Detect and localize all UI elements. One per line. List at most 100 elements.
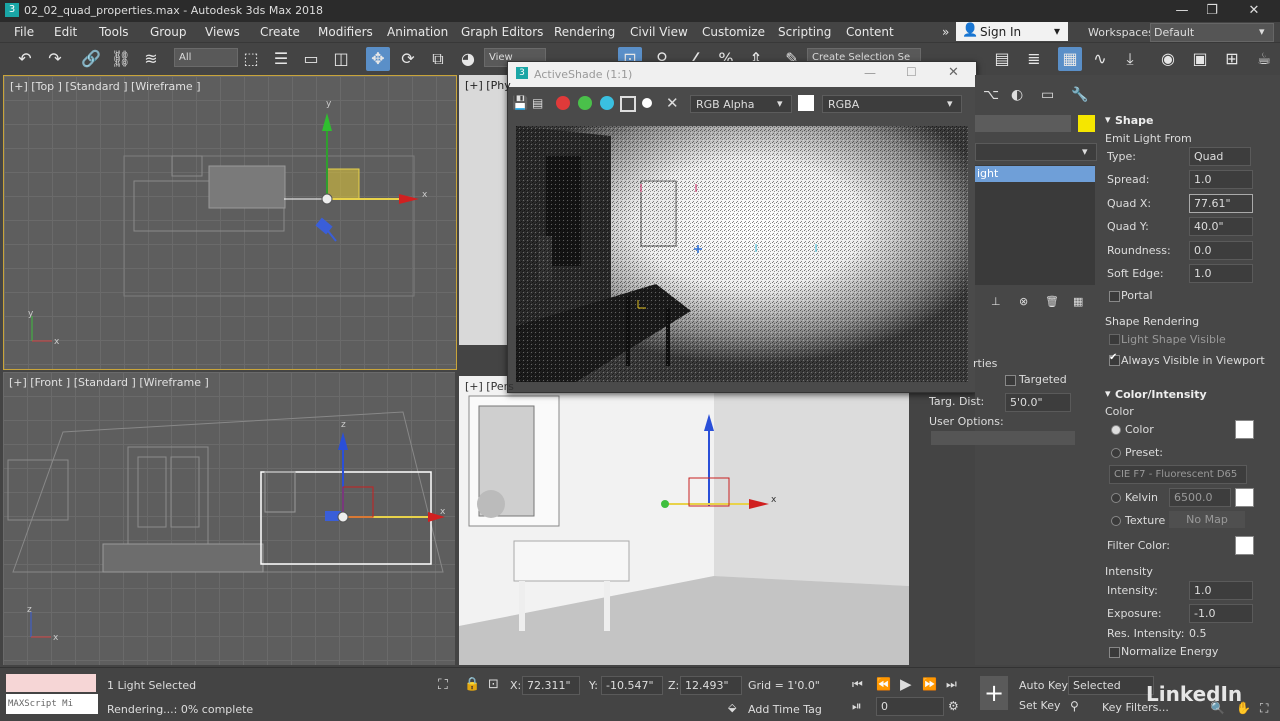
green-channel-toggle[interactable] xyxy=(578,96,592,110)
preset-select[interactable]: CIE F7 - Fluorescent D65 xyxy=(1109,465,1247,484)
texture-radio[interactable] xyxy=(1111,516,1121,526)
key-filter-icon[interactable]: ⚲ xyxy=(1070,699,1079,713)
time-config-icon[interactable]: ⚙ xyxy=(948,699,959,713)
menu-animation[interactable]: Animation xyxy=(387,25,448,39)
texture-map-button[interactable]: No Map xyxy=(1169,511,1245,528)
key-selection-set-select[interactable]: Selected xyxy=(1068,676,1154,695)
collapse-icon[interactable]: ▾ xyxy=(1105,387,1111,400)
activeshade-render-image[interactable] xyxy=(516,126,968,382)
previous-frame-icon[interactable]: ⏪ xyxy=(876,677,891,691)
display-tab-icon[interactable]: ▭ xyxy=(1041,87,1054,103)
maxscript-mini-listener[interactable]: MAXScript Mi xyxy=(6,694,98,714)
place-icon[interactable]: ◕ xyxy=(456,47,480,71)
viewport-label[interactable]: [+] [Pers xyxy=(465,380,514,393)
kelvin-spinner[interactable]: 6500.0 xyxy=(1169,488,1231,507)
preset-radio[interactable] xyxy=(1111,448,1121,458)
modifier-stack-item[interactable]: ight xyxy=(975,166,1095,182)
toggle-ribbon-icon[interactable]: ▦ xyxy=(1058,47,1082,71)
select-object-icon[interactable]: ⬚ xyxy=(239,47,263,71)
type-select[interactable]: Quad xyxy=(1189,147,1251,166)
pin-stack-icon[interactable]: ⊥ xyxy=(991,295,1001,308)
add-time-tag[interactable]: Add Time Tag xyxy=(748,703,822,716)
menu-content[interactable]: Content xyxy=(846,25,894,39)
redo-icon[interactable]: ↷ xyxy=(43,47,67,71)
red-channel-toggle[interactable] xyxy=(556,96,570,110)
soft-edge-spinner[interactable]: 1.0 xyxy=(1189,264,1253,283)
modifier-stack-list[interactable]: ight xyxy=(975,165,1095,285)
window-crossing-icon[interactable]: ◫ xyxy=(329,47,353,71)
x-coordinate-field[interactable]: 72.311" xyxy=(522,676,580,695)
object-color-swatch[interactable] xyxy=(1078,115,1095,132)
user-options-field[interactable] xyxy=(931,431,1075,445)
viewport-front[interactable]: [+] [Front ] [Standard ] [Wireframe ] z … xyxy=(3,372,455,665)
copy-image-icon[interactable]: ▤ xyxy=(532,96,543,110)
layer-explorer-icon[interactable]: ≣ xyxy=(1022,47,1046,71)
next-frame-icon[interactable]: ⏩ xyxy=(922,677,937,691)
render-frame-icon[interactable]: ⊞ xyxy=(1220,47,1244,71)
hierarchy-tab-icon[interactable]: ⌥ xyxy=(983,87,999,103)
zoom-icon[interactable]: 🔍 xyxy=(1210,701,1225,715)
maximize-button[interactable]: ☐ xyxy=(906,65,917,79)
viewport-label[interactable]: [+] [Phy xyxy=(465,79,511,92)
spread-spinner[interactable]: 1.0 xyxy=(1189,170,1253,189)
scale-icon[interactable]: ⧉ xyxy=(426,47,450,71)
display-select[interactable]: RGBA ▾ xyxy=(822,95,962,113)
minimize-button[interactable]: — xyxy=(1168,2,1196,20)
set-key-button[interactable]: Set Key xyxy=(1019,699,1061,712)
menu-create[interactable]: Create xyxy=(260,25,300,39)
menu-group[interactable]: Group xyxy=(150,25,187,39)
bind-space-warp-icon[interactable]: ≋ xyxy=(139,47,163,71)
minimize-button[interactable]: — xyxy=(864,66,876,80)
y-coordinate-field[interactable]: -10.547" xyxy=(601,676,663,695)
set-key-icon[interactable]: + xyxy=(980,676,1008,710)
undo-icon[interactable]: ↶ xyxy=(13,47,37,71)
maximize-button[interactable]: ❐ xyxy=(1198,2,1226,20)
exposure-spinner[interactable]: -1.0 xyxy=(1189,604,1253,623)
current-frame-field[interactable]: 0 xyxy=(876,697,944,716)
maximize-viewport-icon[interactable]: ⛶ xyxy=(1260,701,1268,716)
isolate-selection-icon[interactable]: ⛶ xyxy=(438,677,448,693)
viewport-label[interactable]: [+] [Top ] [Standard ] [Wireframe ] xyxy=(10,80,201,93)
link-icon[interactable]: 🔗 xyxy=(79,47,103,71)
color-radio[interactable] xyxy=(1111,425,1121,435)
material-editor-icon[interactable]: ◉ xyxy=(1156,47,1180,71)
render-setup-icon[interactable]: ▣ xyxy=(1188,47,1212,71)
menu-civil-view[interactable]: Civil View xyxy=(630,25,688,39)
viewport-label[interactable]: [+] [Front ] [Standard ] [Wireframe ] xyxy=(9,376,209,389)
utilities-tab-icon[interactable]: 🔧 xyxy=(1071,87,1088,103)
blue-channel-toggle[interactable] xyxy=(600,96,614,110)
rectangle-selection-icon[interactable]: ▭ xyxy=(299,47,323,71)
move-icon[interactable]: ✥ xyxy=(366,47,390,71)
quad-y-spinner[interactable]: 40.0" xyxy=(1189,217,1253,236)
menu-modifiers[interactable]: Modifiers xyxy=(318,25,373,39)
play-icon[interactable]: ▶ xyxy=(900,675,912,693)
z-coordinate-field[interactable]: 12.493" xyxy=(680,676,742,695)
portal-checkbox[interactable] xyxy=(1109,291,1120,302)
targ-dist-spinner[interactable]: 5'0.0" xyxy=(1005,393,1071,412)
select-by-name-icon[interactable]: ☰ xyxy=(269,47,293,71)
goto-start-icon[interactable]: ⏮ xyxy=(852,677,863,692)
curve-editor-icon[interactable]: ∿ xyxy=(1088,47,1112,71)
filter-color-swatch[interactable] xyxy=(1235,536,1254,555)
sign-in-button[interactable]: 👤 Sign In ▾ xyxy=(956,22,1068,41)
roundness-spinner[interactable]: 0.0 xyxy=(1189,241,1253,260)
close-button[interactable]: ✕ xyxy=(1240,2,1268,20)
render-icon[interactable]: ☕ xyxy=(1252,47,1276,71)
rotate-icon[interactable]: ⟳ xyxy=(396,47,420,71)
channel-select[interactable]: RGB Alpha ▾ xyxy=(690,95,792,113)
menu-tools[interactable]: Tools xyxy=(99,25,129,39)
menu-overflow-icon[interactable]: » xyxy=(942,25,949,39)
quad-x-spinner[interactable]: 77.61" xyxy=(1189,194,1253,213)
absolute-mode-icon[interactable]: ⊡ xyxy=(488,677,499,692)
menu-rendering[interactable]: Rendering xyxy=(554,25,615,39)
menu-views[interactable]: Views xyxy=(205,25,240,39)
menu-file[interactable]: File xyxy=(14,25,34,39)
menu-graph-editors[interactable]: Graph Editors xyxy=(461,25,543,39)
shape-rollout-header[interactable]: Shape xyxy=(1115,114,1154,127)
intensity-spinner[interactable]: 1.0 xyxy=(1189,581,1253,600)
lock-icon[interactable]: 🔒 xyxy=(464,677,480,692)
menu-customize[interactable]: Customize xyxy=(702,25,765,39)
unlink-icon[interactable]: ⛓ xyxy=(109,47,133,71)
modifier-list-select[interactable]: ▾ xyxy=(975,143,1097,161)
menu-edit[interactable]: Edit xyxy=(54,25,77,39)
